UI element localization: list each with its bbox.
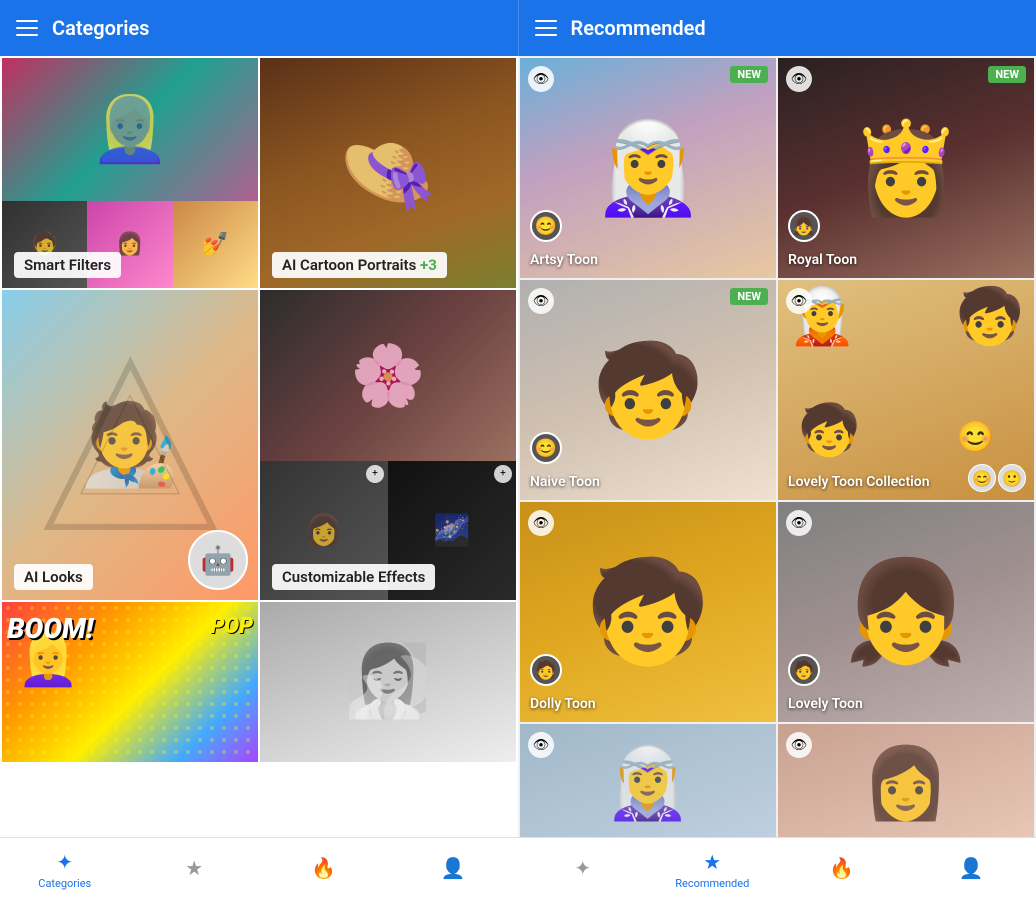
ai-cartoon-label: AI Cartoon Portraits +3 bbox=[272, 252, 447, 278]
left-nav: ✦ Categories ★ 🔥 👤 bbox=[0, 838, 518, 901]
lovely-toon-eye-icon[interactable]: 👁 bbox=[786, 510, 812, 536]
customizable-label: Customizable Effects bbox=[272, 564, 435, 590]
lovely-toon-collection-label: Lovely Toon Collection bbox=[788, 474, 930, 490]
rec-dolly-toon[interactable]: 🧒 👁 Dolly Toon 🧑 bbox=[520, 502, 776, 722]
nav-categories[interactable]: ✦ Categories bbox=[0, 838, 130, 901]
naive-toon-new-badge: NEW bbox=[730, 288, 768, 305]
ai-looks-label: AI Looks bbox=[14, 564, 93, 590]
nav-profile-right[interactable]: 👤 bbox=[907, 838, 1036, 901]
smart-filters-label: Smart Filters bbox=[14, 252, 121, 278]
categories-icon: ✦ bbox=[56, 850, 73, 874]
main-content: 👱‍♀️ 🧑 👩 💅 Sm bbox=[0, 56, 1036, 837]
royal-toon-avatar: 👧 bbox=[788, 210, 820, 242]
royal-toon-eye-icon[interactable]: 👁 bbox=[786, 66, 812, 92]
right-header: Recommended bbox=[518, 0, 1036, 56]
category-ai-looks[interactable]: 🧑‍🎨 🤖 AI Looks bbox=[2, 290, 258, 600]
artsy-toon-new-badge: NEW bbox=[730, 66, 768, 83]
rec-item-8[interactable]: 👩 👁 bbox=[778, 724, 1034, 837]
nav-profile-left[interactable]: 👤 bbox=[389, 838, 519, 901]
lovely-toon-collection-small-faces: 😊 🙂 bbox=[968, 464, 1026, 492]
trending-left-icon: 🔥 bbox=[311, 856, 336, 880]
category-grid: 👱‍♀️ 🧑 👩 💅 Sm bbox=[0, 56, 518, 764]
app-header: Categories Recommended bbox=[0, 0, 1036, 56]
magic-icon: ✦ bbox=[574, 856, 591, 880]
category-customizable[interactable]: 🌸 👩 + 🌌 + Customizable Effects bbox=[260, 290, 516, 600]
rec-royal-toon[interactable]: 👸 👁 NEW Royal Toon 👧 bbox=[778, 58, 1034, 278]
nav-recommended[interactable]: ★ Recommended bbox=[648, 838, 778, 901]
category-ai-cartoon[interactable]: 👒 AI Cartoon Portraits +3 bbox=[260, 58, 516, 288]
category-silhouette[interactable]: 🧖‍♀️ bbox=[260, 602, 516, 762]
nav-favorites-left[interactable]: ★ bbox=[130, 838, 260, 901]
recommended-icon: ★ bbox=[703, 850, 721, 874]
profile-right-icon: 👤 bbox=[959, 856, 984, 880]
recommended-grid: 🧝‍♀️ 👁 NEW Artsy Toon 😊 👸 👁 NEW Royal To… bbox=[518, 56, 1036, 837]
categories-panel: 👱‍♀️ 🧑 👩 💅 Sm bbox=[0, 56, 518, 837]
naive-toon-eye-icon[interactable]: 👁 bbox=[528, 288, 554, 314]
rec-lovely-toon-collection[interactable]: 🧝 🧒 🧒 😊 👁 Lovely Toon Collection 😊 🙂 bbox=[778, 280, 1034, 500]
rec-lovely-toon[interactable]: 👧 👁 Lovely Toon 🧑 bbox=[778, 502, 1034, 722]
royal-toon-new-badge: NEW bbox=[988, 66, 1026, 83]
left-header-title: Categories bbox=[52, 16, 149, 40]
rec-naive-toon[interactable]: 🧒 👁 NEW Naive Toon 😊 bbox=[520, 280, 776, 500]
royal-toon-label: Royal Toon bbox=[788, 252, 857, 268]
category-smart-filters[interactable]: 👱‍♀️ 🧑 👩 💅 Sm bbox=[2, 58, 258, 288]
artsy-toon-label: Artsy Toon bbox=[530, 252, 598, 268]
dolly-toon-avatar: 🧑 bbox=[530, 654, 562, 686]
right-nav: ✦ ★ Recommended 🔥 👤 bbox=[518, 838, 1036, 901]
left-header: Categories bbox=[0, 0, 518, 56]
nav-trending-left[interactable]: 🔥 bbox=[259, 838, 389, 901]
item8-eye-icon[interactable]: 👁 bbox=[786, 732, 812, 758]
profile-left-icon: 👤 bbox=[441, 856, 466, 880]
naive-toon-label: Naive Toon bbox=[530, 474, 600, 490]
dolly-toon-eye-icon[interactable]: 👁 bbox=[528, 510, 554, 536]
bottom-nav: ✦ Categories ★ 🔥 👤 ✦ ★ Recommended 🔥 bbox=[0, 837, 1036, 901]
artsy-toon-avatar: 😊 bbox=[530, 210, 562, 242]
rec-artsy-toon[interactable]: 🧝‍♀️ 👁 NEW Artsy Toon 😊 bbox=[520, 58, 776, 278]
dolly-toon-label: Dolly Toon bbox=[530, 696, 596, 712]
right-menu-icon[interactable] bbox=[535, 20, 557, 36]
artsy-toon-eye-icon[interactable]: 👁 bbox=[528, 66, 554, 92]
favorites-icon: ★ bbox=[185, 856, 203, 880]
trending-right-icon: 🔥 bbox=[829, 856, 854, 880]
lovely-toon-collection-eye-icon[interactable]: 👁 bbox=[786, 288, 812, 314]
lovely-toon-label: Lovely Toon bbox=[788, 696, 863, 712]
item7-eye-icon[interactable]: 👁 bbox=[528, 732, 554, 758]
recommended-panel: 🧝‍♀️ 👁 NEW Artsy Toon 😊 👸 👁 NEW Royal To… bbox=[518, 56, 1036, 837]
right-header-title: Recommended bbox=[571, 16, 706, 40]
left-menu-icon[interactable] bbox=[16, 20, 38, 36]
recommended-nav-label: Recommended bbox=[675, 877, 749, 890]
categories-nav-label: Categories bbox=[38, 877, 91, 890]
lovely-toon-avatar: 🧑 bbox=[788, 654, 820, 686]
naive-toon-avatar: 😊 bbox=[530, 432, 562, 464]
rec-item-7[interactable]: 🧝‍♀️ 👁 bbox=[520, 724, 776, 837]
category-comic[interactable]: 👱‍♀️ BOOM! POP bbox=[2, 602, 258, 762]
nav-trending-right[interactable]: 🔥 bbox=[777, 838, 907, 901]
nav-magic[interactable]: ✦ bbox=[518, 838, 648, 901]
